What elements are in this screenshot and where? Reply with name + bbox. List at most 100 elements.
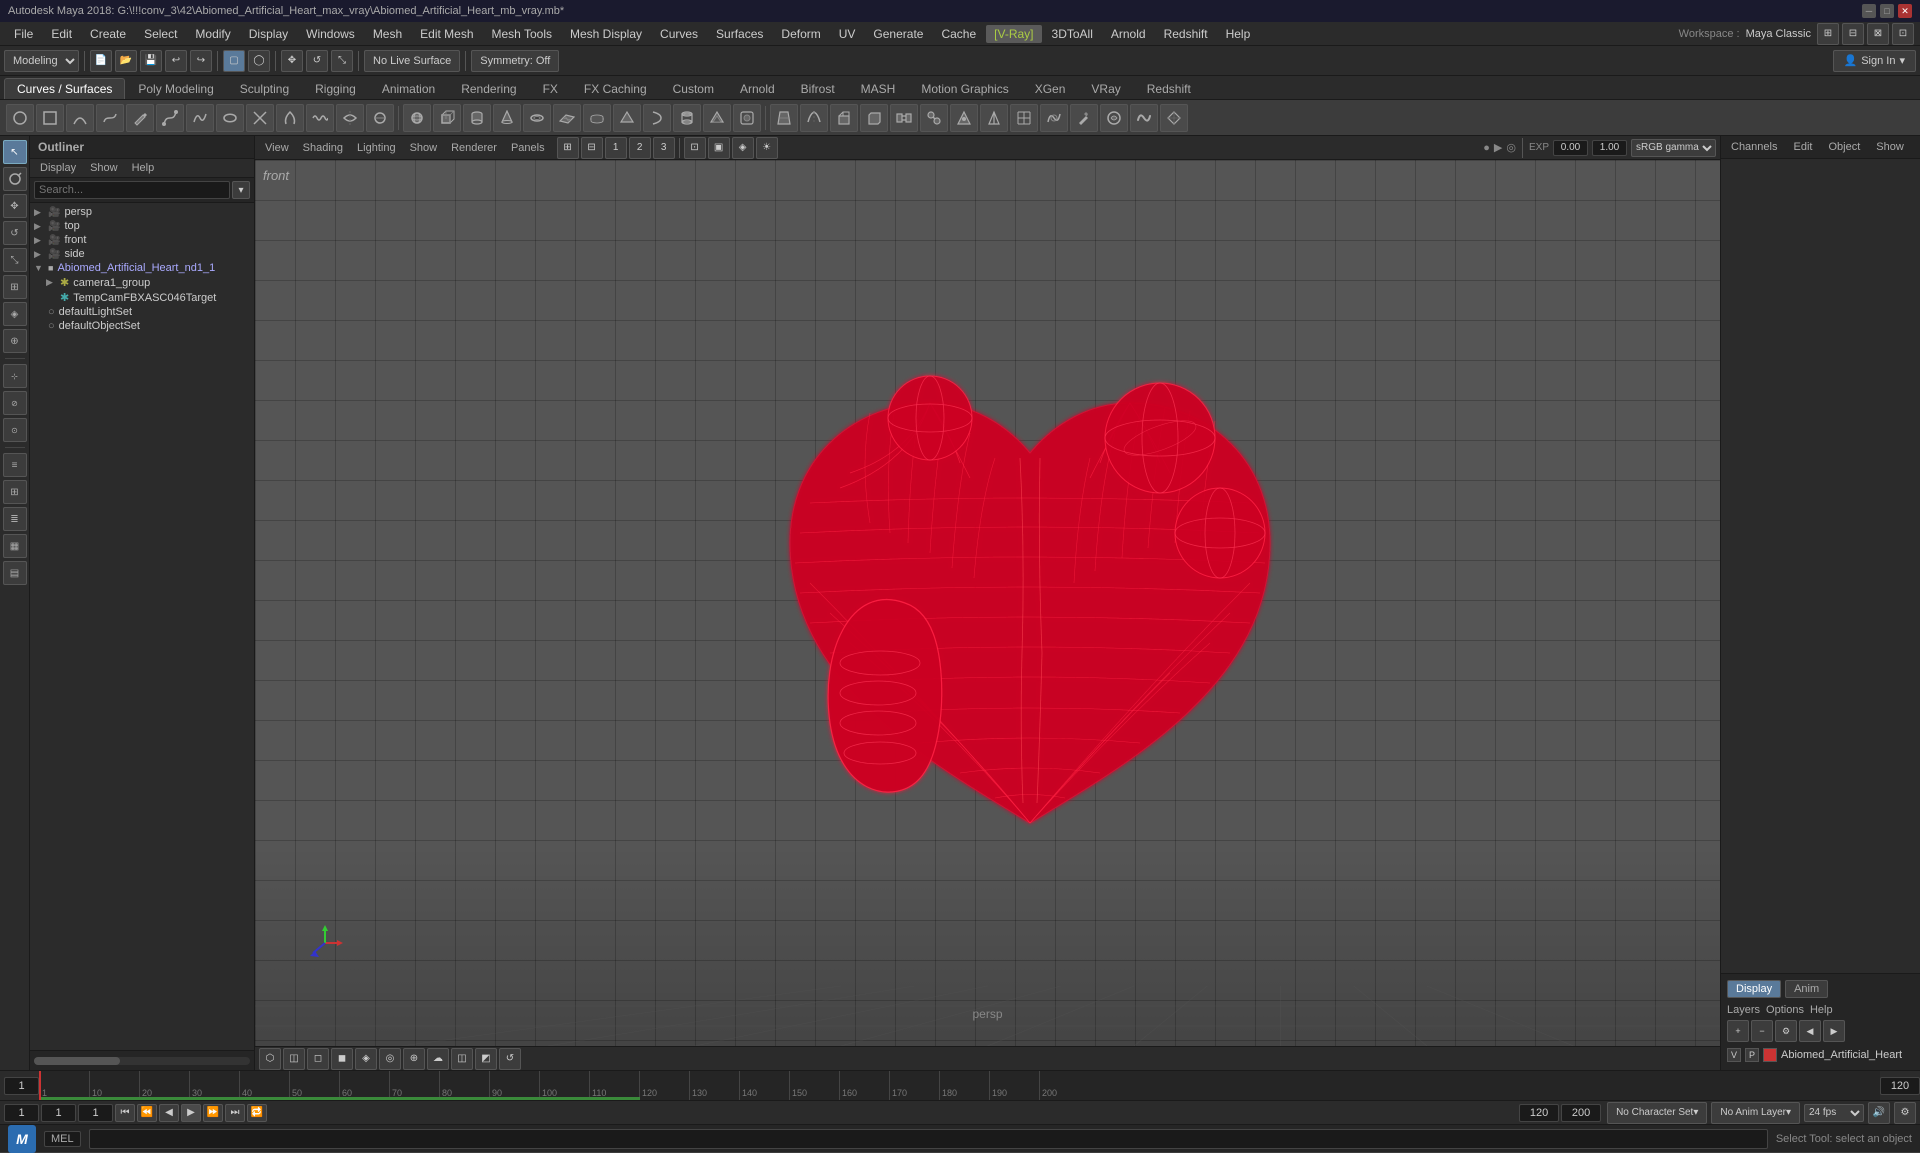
vp-mode3-btn[interactable]: 3 xyxy=(653,137,675,159)
sign-in-button[interactable]: 👤 Sign In ▾ xyxy=(1833,50,1916,72)
vp-textured-btn[interactable]: ◈ xyxy=(732,137,754,159)
scale-btn[interactable]: ⤡ xyxy=(331,50,353,72)
viewport-lighting-menu[interactable]: Lighting xyxy=(351,141,402,155)
shelf-icon-wave[interactable] xyxy=(306,104,334,132)
shelf-icon-platonic[interactable] xyxy=(703,104,731,132)
shelf-icon-bezier[interactable] xyxy=(156,104,184,132)
maximize-button[interactable]: □ xyxy=(1880,4,1894,18)
shelf-icon-pipe[interactable] xyxy=(673,104,701,132)
shelf-tab-redshift[interactable]: Redshift xyxy=(1134,78,1204,99)
vp-bottom-btn9[interactable]: ◫ xyxy=(451,1048,473,1070)
shelf-tab-sculpting[interactable]: Sculpting xyxy=(227,78,302,99)
show-manipulator-btn[interactable]: ⊕ xyxy=(3,329,27,353)
vp-bottom-btn1[interactable]: ⬡ xyxy=(259,1048,281,1070)
shelf-icon-sculpt[interactable] xyxy=(1100,104,1128,132)
settings-btn[interactable]: ⚙ xyxy=(1894,1102,1916,1124)
shelf-icon-mirror[interactable] xyxy=(336,104,364,132)
shelf-icon-deform1[interactable] xyxy=(770,104,798,132)
timeline-start-frame-input[interactable] xyxy=(4,1077,39,1095)
rotate-btn[interactable]: ↺ xyxy=(306,50,328,72)
tool-settings-btn[interactable]: ▦ xyxy=(3,534,27,558)
shelf-tab-rigging[interactable]: Rigging xyxy=(302,78,369,99)
no-anim-dropdown[interactable]: No Anim Layer▾ xyxy=(1711,1102,1800,1124)
step-back-btn[interactable]: ⏪ xyxy=(137,1104,157,1122)
vp-bottom-btn5[interactable]: ◈ xyxy=(355,1048,377,1070)
shelf-icon-deform2[interactable] xyxy=(800,104,828,132)
menu-edit[interactable]: Edit xyxy=(43,25,80,43)
vp-bottom-btn11[interactable]: ↺ xyxy=(499,1048,521,1070)
shelf-icon-paint[interactable] xyxy=(1070,104,1098,132)
shelf-icon-lattice[interactable] xyxy=(1010,104,1038,132)
symmetry-indicator[interactable]: Symmetry: Off xyxy=(471,50,559,72)
shelf-icon-bevel[interactable] xyxy=(860,104,888,132)
menu-select[interactable]: Select xyxy=(136,25,185,43)
snap-curve-btn[interactable]: ⊘ xyxy=(3,391,27,415)
shelf-icon-trim[interactable] xyxy=(366,104,394,132)
render-settings-btn[interactable]: ▤ xyxy=(3,561,27,585)
display-tab[interactable]: Display xyxy=(1727,980,1781,998)
play-back-btn[interactable]: ◀ xyxy=(159,1104,179,1122)
range-start-input[interactable] xyxy=(78,1104,113,1122)
shelf-icon-flip[interactable] xyxy=(980,104,1008,132)
menu-mesh[interactable]: Mesh xyxy=(365,25,410,43)
shelf-icon-pencil[interactable] xyxy=(126,104,154,132)
current-frame-input[interactable] xyxy=(4,1104,39,1122)
shelf-tab-fx[interactable]: FX xyxy=(530,78,571,99)
move-btn[interactable]: ✥ xyxy=(3,194,27,218)
menu-uv[interactable]: UV xyxy=(831,25,864,43)
shelf-tab-xgen[interactable]: XGen xyxy=(1022,78,1079,99)
viewport-renderer-menu[interactable]: Renderer xyxy=(445,141,503,155)
shelf-icon-ultra[interactable] xyxy=(733,104,761,132)
menu-edit-mesh[interactable]: Edit Mesh xyxy=(412,25,481,43)
exposure-input[interactable] xyxy=(1553,140,1588,156)
outliner-item-tempcam[interactable]: ✱ TempCamFBXASC046Target xyxy=(30,290,254,305)
soft-mod-btn[interactable]: ◈ xyxy=(3,302,27,326)
outliner-search-options-btn[interactable]: ▾ xyxy=(232,181,250,199)
shelf-icon-bridge[interactable] xyxy=(890,104,918,132)
undo-btn[interactable]: ↩ xyxy=(165,50,187,72)
layers-option[interactable]: Layers xyxy=(1727,1004,1760,1016)
vp-bottom-btn7[interactable]: ⊕ xyxy=(403,1048,425,1070)
shelf-icon-pyramid[interactable] xyxy=(613,104,641,132)
viewport-show-menu[interactable]: Show xyxy=(404,141,444,155)
attr-editor-btn[interactable]: ≣ xyxy=(3,507,27,531)
shelf-icon-plane[interactable] xyxy=(553,104,581,132)
menu-help[interactable]: Help xyxy=(1218,25,1259,43)
shelf-icon-merge[interactable] xyxy=(920,104,948,132)
outliner-item-persp[interactable]: ▶ 🎥 persp xyxy=(30,205,254,219)
shelf-icon-cylinder[interactable] xyxy=(463,104,491,132)
mel-button[interactable]: MEL xyxy=(44,1131,81,1147)
vp-fit-all-btn[interactable]: ⊞ xyxy=(557,137,579,159)
minimize-button[interactable]: ─ xyxy=(1862,4,1876,18)
go-start-btn[interactable]: ⏮ xyxy=(115,1104,135,1122)
menu-arnold[interactable]: Arnold xyxy=(1103,25,1154,43)
menu-surfaces[interactable]: Surfaces xyxy=(708,25,771,43)
viewport-view-menu[interactable]: View xyxy=(259,141,295,155)
snap-grid-btn[interactable]: ⊹ xyxy=(3,364,27,388)
shelf-icon-extrude[interactable] xyxy=(830,104,858,132)
shelf-icon-retopo[interactable] xyxy=(1160,104,1188,132)
timeline-range-bar[interactable] xyxy=(39,1097,640,1100)
shelf-icon-square[interactable] xyxy=(36,104,64,132)
workspace-btn4[interactable]: ⊡ xyxy=(1892,23,1914,45)
vp-bottom-btn6[interactable]: ◎ xyxy=(379,1048,401,1070)
scale-btn[interactable]: ⤡ xyxy=(3,248,27,272)
layer-editor-btn[interactable]: ≡ xyxy=(3,453,27,477)
current-frame-input2[interactable] xyxy=(41,1104,76,1122)
menu-curves[interactable]: Curves xyxy=(652,25,706,43)
menu-mesh-tools[interactable]: Mesh Tools xyxy=(484,25,560,43)
shelf-icon-disk[interactable] xyxy=(583,104,611,132)
menu-mesh-display[interactable]: Mesh Display xyxy=(562,25,650,43)
snap-point-btn[interactable]: ⊙ xyxy=(3,418,27,442)
shelf-tab-animation[interactable]: Animation xyxy=(369,78,448,99)
play-btn[interactable]: ▶ xyxy=(181,1104,201,1122)
prev-layer-btn[interactable]: ◀ xyxy=(1799,1020,1821,1042)
menu-generate[interactable]: Generate xyxy=(865,25,931,43)
menu-vray[interactable]: [V-Ray] xyxy=(986,25,1041,43)
next-layer-btn[interactable]: ▶ xyxy=(1823,1020,1845,1042)
help-option[interactable]: Help xyxy=(1810,1004,1833,1016)
shelf-tab-custom[interactable]: Custom xyxy=(660,78,727,99)
menu-modify[interactable]: Modify xyxy=(187,25,238,43)
shelf-tab-bifrost[interactable]: Bifrost xyxy=(788,78,848,99)
shelf-tab-mash[interactable]: MASH xyxy=(848,78,909,99)
